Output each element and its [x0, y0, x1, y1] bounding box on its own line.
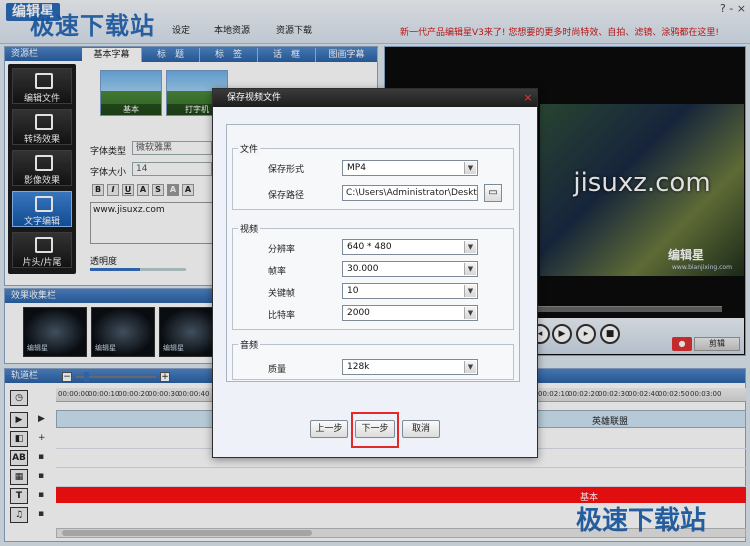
browse-folder-button[interactable]: ▭ — [484, 184, 502, 202]
dropdown-arrow-icon: ▼ — [464, 263, 476, 275]
save-format-label: 保存形式 — [268, 165, 305, 175]
dropdown-arrow-icon: ▼ — [464, 162, 476, 174]
fps-label: 帧率 — [268, 267, 287, 277]
quality-select[interactable]: 128k ▼ — [342, 359, 478, 375]
dialog-close-icon[interactable]: × — [522, 92, 534, 104]
video-group-title: 视频 — [238, 222, 261, 235]
bitrate-label: 比特率 — [268, 311, 296, 321]
resolution-select[interactable]: 640 * 480 ▼ — [342, 239, 478, 255]
file-group-title: 文件 — [238, 142, 261, 155]
dialog-title: 保存视频文件 — [213, 89, 537, 107]
resolution-label: 分辨率 — [268, 245, 296, 255]
keyframe-select[interactable]: 10 ▼ — [342, 283, 478, 299]
folder-icon: ▭ — [488, 187, 498, 198]
save-format-select[interactable]: MP4 ▼ — [342, 160, 478, 176]
keyframe-label: 关键帧 — [268, 289, 296, 299]
save-path-input[interactable]: C:\Users\Administrator\Deskto — [342, 185, 478, 201]
dropdown-arrow-icon: ▼ — [464, 285, 476, 297]
bitrate-select[interactable]: 2000 ▼ — [342, 305, 478, 321]
save-path-label: 保存路径 — [268, 191, 305, 201]
quality-label: 质量 — [268, 365, 287, 375]
dropdown-arrow-icon: ▼ — [464, 241, 476, 253]
audio-group-title: 音频 — [238, 338, 261, 351]
cancel-button[interactable]: 取消 — [402, 420, 440, 438]
fps-select[interactable]: 30.000 ▼ — [342, 261, 478, 277]
dropdown-arrow-icon: ▼ — [464, 307, 476, 319]
previous-step-button[interactable]: 上一步 — [310, 420, 348, 438]
dropdown-arrow-icon: ▼ — [464, 361, 476, 373]
next-step-highlight — [351, 412, 399, 448]
